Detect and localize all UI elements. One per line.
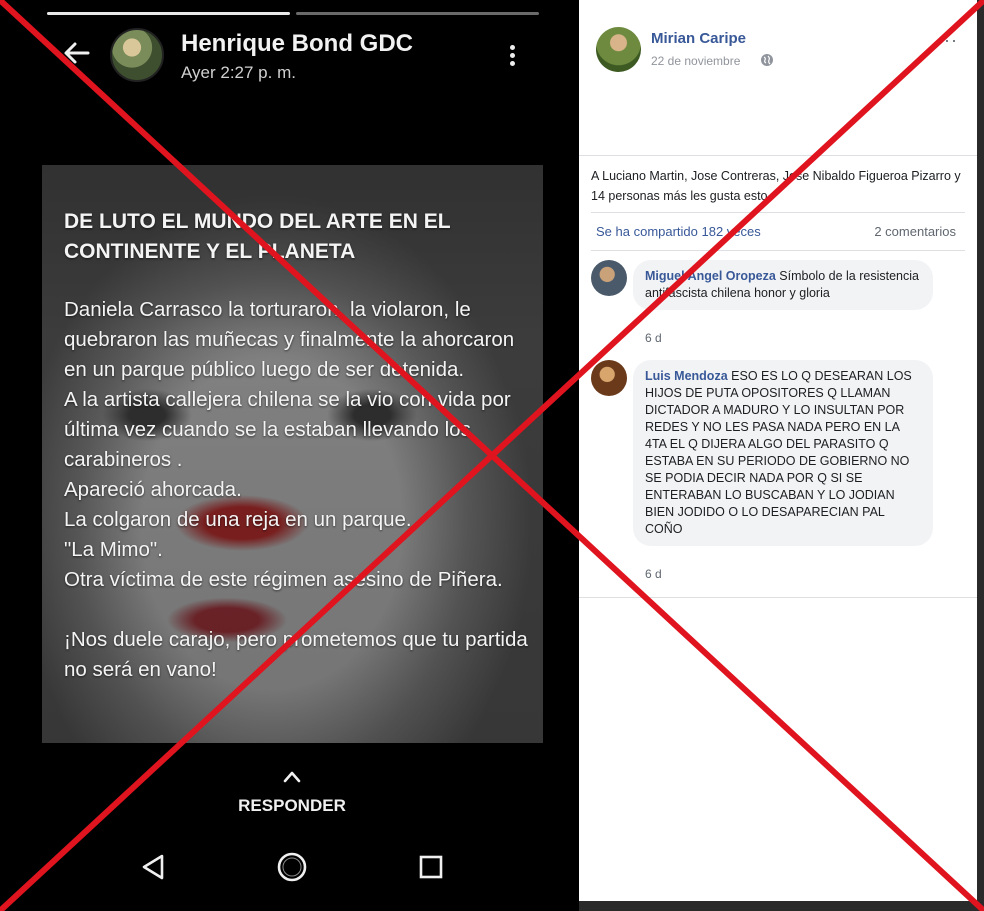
nav-recent-apps-button[interactable] <box>411 848 451 888</box>
story-timestamp: Ayer 2:27 p. m. <box>181 63 296 82</box>
globe-icon <box>761 54 773 66</box>
commenter-avatar[interactable] <box>591 260 627 296</box>
reply-label: RESPONDER <box>238 796 346 815</box>
commenter-name[interactable]: Miguel Angel Oropeza <box>645 269 776 283</box>
back-arrow-icon <box>64 42 90 64</box>
divider <box>591 212 965 213</box>
window-edge <box>977 0 984 911</box>
nav-back-button[interactable] <box>134 848 174 888</box>
nav-recent-square-icon <box>419 855 443 879</box>
divider <box>579 155 977 156</box>
post-options-button[interactable]: ··· <box>937 30 958 51</box>
comment-bubble: Miguel Angel Oropeza Símbolo de la resis… <box>633 260 933 310</box>
story-screenshot: Henrique Bond GDC Ayer 2:27 p. m. DE LUT… <box>0 0 579 911</box>
window-edge <box>579 901 984 911</box>
shares-link[interactable]: Se ha compartido 182 veces <box>596 224 761 239</box>
story-body-text: Daniela Carrasco la torturaron, la viola… <box>64 298 528 681</box>
facebook-post-panel: Mirian Caripe 22 de noviembre ··· A Luci… <box>579 0 977 901</box>
post-author-avatar[interactable] <box>596 27 641 72</box>
likes-summary[interactable]: A Luciano Martin, Jose Contreras, Jose N… <box>591 166 971 206</box>
reply-button[interactable]: RESPONDER <box>192 770 392 816</box>
comment-time[interactable]: 6 d <box>645 331 662 345</box>
more-options-button[interactable] <box>504 42 520 70</box>
post-date[interactable]: 22 de noviembre <box>651 54 740 68</box>
comment-time[interactable]: 6 d <box>645 567 662 581</box>
divider <box>591 250 965 251</box>
nav-home-button[interactable] <box>272 848 312 888</box>
post-author-name[interactable]: Mirian Caripe <box>651 30 746 47</box>
commenter-avatar[interactable] <box>591 360 627 396</box>
story-heading: DE LUTO EL MUNDO DEL ARTE EN EL CONTINEN… <box>64 210 451 263</box>
chevron-up-icon <box>283 771 301 783</box>
story-progress-segment-1 <box>47 12 290 15</box>
comments-count-link[interactable]: 2 comentarios <box>874 224 956 239</box>
story-image: DE LUTO EL MUNDO DEL ARTE EN EL CONTINEN… <box>42 165 543 743</box>
story-author-name[interactable]: Henrique Bond GDC <box>181 30 413 58</box>
story-author-avatar[interactable] <box>110 28 164 82</box>
commenter-name[interactable]: Luis Mendoza <box>645 369 728 383</box>
more-vertical-icon <box>504 45 520 66</box>
comment-text: ESO ES LO Q DESEARAN LOS HIJOS DE PUTA O… <box>645 369 912 536</box>
nav-back-triangle-icon <box>142 854 164 880</box>
back-button[interactable] <box>60 38 94 68</box>
story-progress-segment-2 <box>296 12 539 15</box>
nav-home-circle-icon <box>277 852 307 882</box>
divider <box>579 597 977 598</box>
comment-bubble: Luis Mendoza ESO ES LO Q DESEARAN LOS HI… <box>633 360 933 546</box>
